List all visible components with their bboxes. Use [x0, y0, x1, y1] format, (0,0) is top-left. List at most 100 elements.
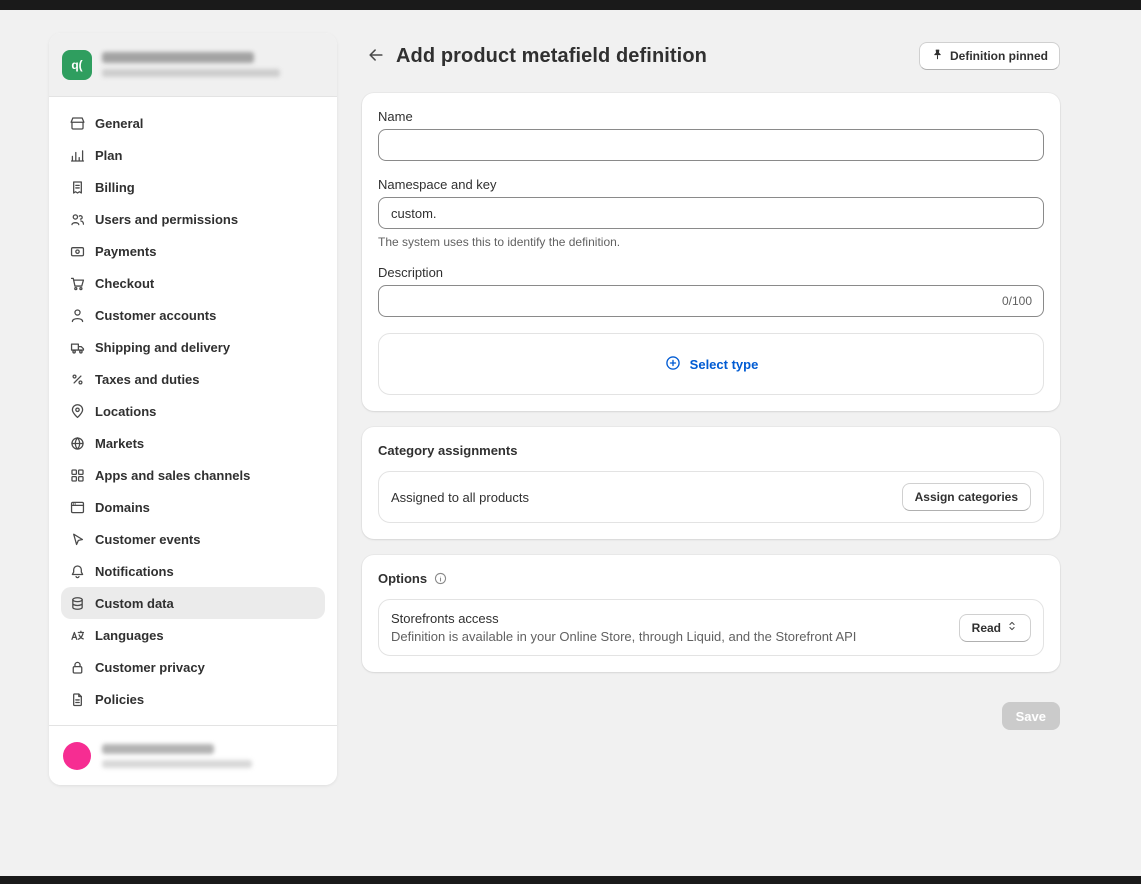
sidebar-item-label: Customer events [95, 532, 200, 547]
pinned-button-label: Definition pinned [950, 49, 1048, 63]
sidebar-item-payments[interactable]: Payments [61, 235, 325, 267]
sidebar-item-domains[interactable]: Domains [61, 491, 325, 523]
plan-icon [69, 147, 86, 164]
storefronts-access-text: Storefronts access Definition is availab… [391, 611, 856, 644]
payments-icon [69, 243, 86, 260]
back-button[interactable] [362, 42, 390, 70]
markets-globe-icon [69, 435, 86, 452]
user-avatar [63, 742, 91, 770]
sidebar-item-apps[interactable]: Apps and sales channels [61, 459, 325, 491]
taxes-percent-icon [69, 371, 86, 388]
user-email-redacted [102, 760, 252, 768]
sidebar-item-label: Taxes and duties [95, 372, 200, 387]
sidebar-item-notifications[interactable]: Notifications [61, 555, 325, 587]
settings-page: { "colors": { "accent": "#005bd3", "avat… [0, 0, 1141, 884]
sidebar-item-general[interactable]: General [61, 107, 325, 139]
sidebar-item-policies[interactable]: Policies [61, 683, 325, 715]
description-field-group: Description 0/100 [378, 265, 1044, 317]
store-identity-redacted [102, 52, 280, 77]
user-identity-redacted [102, 744, 252, 768]
definition-card: Name Namespace and key The system uses t… [362, 93, 1060, 411]
storefronts-access-title: Storefronts access [391, 611, 856, 626]
options-card-title: Options [378, 571, 427, 586]
sidebar-item-billing[interactable]: Billing [61, 171, 325, 203]
description-input[interactable] [378, 285, 1044, 317]
window-top-bar [0, 0, 1141, 10]
name-field-group: Name [378, 109, 1044, 161]
checkout-cart-icon [69, 275, 86, 292]
sidebar-item-plan[interactable]: Plan [61, 139, 325, 171]
domains-browser-icon [69, 499, 86, 516]
store-url-redacted [102, 69, 280, 77]
user-name-redacted [102, 744, 214, 754]
save-button[interactable]: Save [1002, 702, 1060, 730]
category-status-text: Assigned to all products [391, 490, 529, 505]
select-type-button[interactable]: Select type [378, 333, 1044, 395]
sidebar-item-locations[interactable]: Locations [61, 395, 325, 427]
sidebar-item-label: Shipping and delivery [95, 340, 230, 355]
custom-data-icon [69, 595, 86, 612]
namespace-input[interactable] [378, 197, 1044, 229]
pin-icon [931, 48, 944, 64]
select-type-label: Select type [690, 357, 759, 372]
plus-circle-icon [664, 354, 682, 375]
sidebar-item-customer-events[interactable]: Customer events [61, 523, 325, 555]
category-assignment-row: Assigned to all products Assign categori… [378, 471, 1044, 523]
settings-sidebar: q( General Plan Billing Users and permis… [49, 33, 337, 785]
category-assignments-card: Category assignments Assigned to all pro… [362, 427, 1060, 539]
locations-pin-icon [69, 403, 86, 420]
save-row: Save [362, 702, 1060, 730]
customer-accounts-icon [69, 307, 86, 324]
sidebar-item-users[interactable]: Users and permissions [61, 203, 325, 235]
languages-icon [69, 627, 86, 644]
definition-pinned-button[interactable]: Definition pinned [919, 42, 1060, 70]
sidebar-item-label: Apps and sales channels [95, 468, 250, 483]
select-chevrons-icon [1006, 620, 1018, 635]
store-icon [69, 115, 86, 132]
privacy-lock-icon [69, 659, 86, 676]
back-arrow-icon [367, 46, 385, 67]
namespace-label: Namespace and key [378, 177, 1044, 192]
main-content: Add product metafield definition Definit… [362, 40, 1060, 730]
sidebar-item-customer-privacy[interactable]: Customer privacy [61, 651, 325, 683]
storefronts-access-select[interactable]: Read [959, 614, 1031, 642]
storefronts-access-value: Read [972, 621, 1001, 635]
storefronts-access-row: Storefronts access Definition is availab… [378, 599, 1044, 656]
sidebar-item-label: Markets [95, 436, 144, 451]
customer-events-cursor-icon [69, 531, 86, 548]
apps-grid-icon [69, 467, 86, 484]
users-icon [69, 211, 86, 228]
options-card: Options Storefronts access Definition is… [362, 555, 1060, 672]
notifications-bell-icon [69, 563, 86, 580]
sidebar-item-taxes[interactable]: Taxes and duties [61, 363, 325, 395]
sidebar-item-custom-data[interactable]: Custom data [61, 587, 325, 619]
sidebar-item-label: Checkout [95, 276, 154, 291]
sidebar-item-customer-accounts[interactable]: Customer accounts [61, 299, 325, 331]
store-avatar: q( [62, 50, 92, 80]
description-char-counter: 0/100 [1002, 294, 1032, 308]
sidebar-item-shipping[interactable]: Shipping and delivery [61, 331, 325, 363]
sidebar-item-checkout[interactable]: Checkout [61, 267, 325, 299]
sidebar-item-label: Payments [95, 244, 156, 259]
description-label: Description [378, 265, 1044, 280]
namespace-field-group: Namespace and key The system uses this t… [378, 177, 1044, 249]
sidebar-item-label: General [95, 116, 143, 131]
page-title: Add product metafield definition [396, 45, 707, 68]
shipping-truck-icon [69, 339, 86, 356]
billing-icon [69, 179, 86, 196]
policies-doc-icon [69, 691, 86, 708]
sidebar-item-label: Domains [95, 500, 150, 515]
user-footer[interactable] [49, 725, 337, 785]
name-input[interactable] [378, 129, 1044, 161]
sidebar-item-label: Customer privacy [95, 660, 205, 675]
category-card-title: Category assignments [378, 443, 517, 458]
sidebar-item-label: Locations [95, 404, 156, 419]
assign-categories-button[interactable]: Assign categories [902, 483, 1031, 511]
sidebar-item-languages[interactable]: Languages [61, 619, 325, 651]
info-icon[interactable] [433, 571, 448, 586]
sidebar-item-label: Custom data [95, 596, 174, 611]
sidebar-item-label: Billing [95, 180, 135, 195]
sidebar-item-label: Users and permissions [95, 212, 238, 227]
sidebar-item-label: Languages [95, 628, 164, 643]
sidebar-item-markets[interactable]: Markets [61, 427, 325, 459]
